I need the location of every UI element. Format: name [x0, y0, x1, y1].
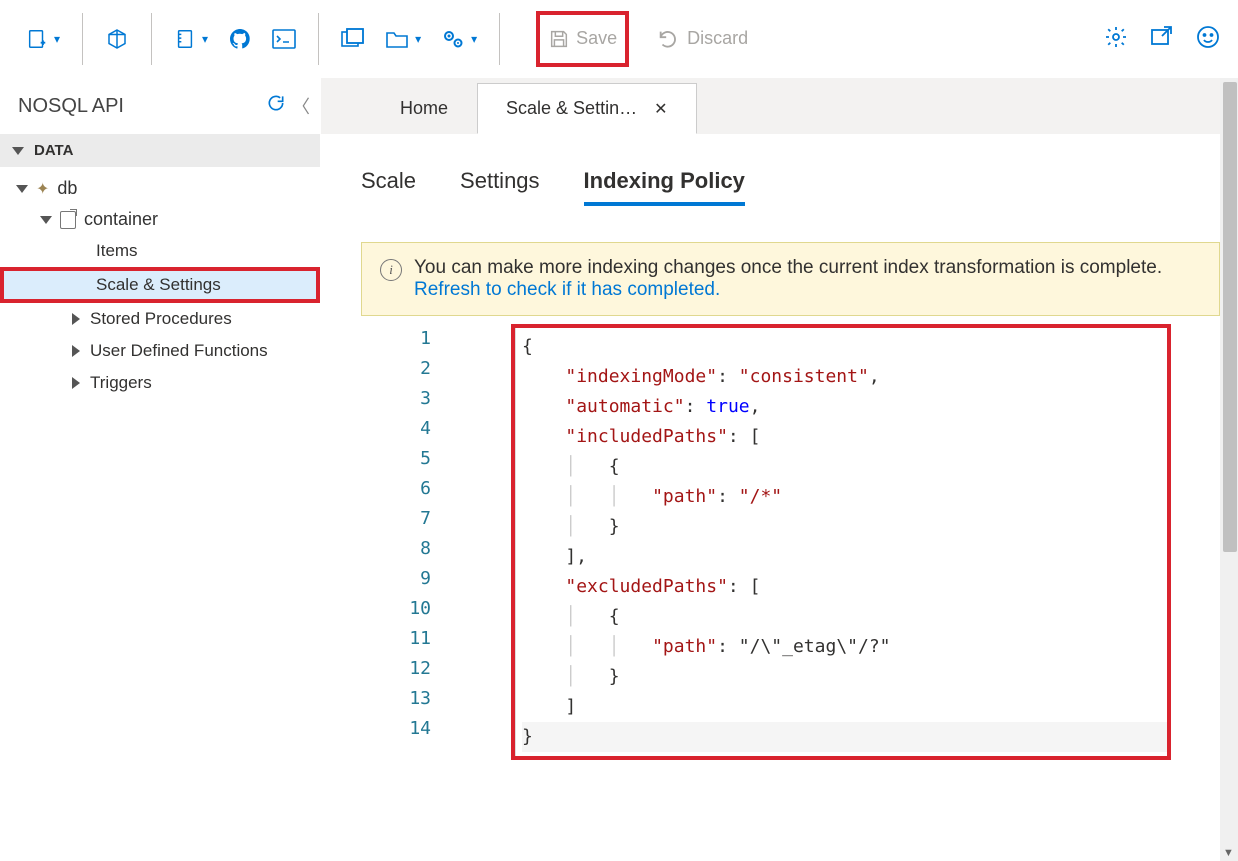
chevron-down-icon: ▾ [415, 32, 421, 46]
sidebar: NOSQL API 〈 DATA ✦ db container Items Sc… [0, 78, 320, 861]
line-numbers: 1234567891011121314 [361, 320, 451, 760]
sidebar-item-stored-procedures[interactable]: Stored Procedures [0, 303, 320, 335]
chevron-right-icon [72, 377, 80, 389]
save-button[interactable]: Save [536, 11, 629, 67]
separator [499, 13, 500, 65]
notice-banner: i You can make more indexing changes onc… [361, 242, 1220, 316]
subtab-indexing[interactable]: Indexing Policy [584, 168, 745, 206]
gear-icon[interactable] [1104, 25, 1128, 53]
new-resource-button[interactable]: ▾ [18, 17, 68, 61]
discard-label: Discard [687, 28, 748, 49]
notebook-button[interactable]: ▾ [166, 17, 216, 61]
separator [318, 13, 319, 65]
collapse-icon[interactable]: 〈 [292, 93, 310, 119]
sidebar-item-scale-settings[interactable]: Scale & Settings [0, 267, 320, 303]
tree-db[interactable]: ✦ db [0, 173, 320, 204]
sidebar-item-items[interactable]: Items [0, 235, 320, 267]
cosmos-icon[interactable] [97, 17, 137, 61]
save-icon [548, 28, 570, 50]
api-header: NOSQL API 〈 [0, 78, 320, 134]
github-icon[interactable] [220, 17, 260, 61]
separator [82, 13, 83, 65]
right-tools [1104, 25, 1220, 53]
chevron-down-icon [12, 147, 24, 155]
discard-button[interactable]: Discard [647, 28, 758, 50]
tabstrip: Home Scale & Settin… ✕ [321, 78, 1238, 134]
notice-text: You can make more indexing changes once … [414, 257, 1162, 278]
content: Home Scale & Settin… ✕ Scale Settings In… [320, 78, 1238, 861]
db-label: db [57, 178, 77, 199]
subtabs: Scale Settings Indexing Policy [361, 168, 1238, 206]
subtab-scale[interactable]: Scale [361, 168, 416, 206]
sidebar-item-triggers[interactable]: Triggers [0, 367, 320, 399]
container-label: container [84, 209, 158, 230]
code-editor[interactable]: 1234567891011121314 { "indexingMode": "c… [361, 320, 1238, 760]
data-section-header[interactable]: DATA [0, 134, 320, 167]
tab-home[interactable]: Home [371, 83, 477, 134]
tab-scale-settings[interactable]: Scale & Settin… ✕ [477, 83, 696, 134]
chevron-down-icon: ▾ [54, 32, 60, 46]
close-icon[interactable]: ✕ [654, 101, 667, 118]
data-label: DATA [34, 142, 73, 159]
notice-link[interactable]: Refresh to check if it has completed. [414, 279, 720, 300]
chevron-down-icon [40, 216, 52, 224]
subtab-settings[interactable]: Settings [460, 168, 540, 206]
terminal-icon[interactable] [264, 17, 304, 61]
save-label: Save [576, 28, 617, 49]
scrollbar[interactable]: ▲ ▼ [1220, 78, 1238, 861]
scroll-down-icon[interactable]: ▼ [1223, 847, 1234, 859]
windows-icon[interactable] [333, 17, 373, 61]
chevron-down-icon [16, 185, 28, 193]
sidebar-item-udf[interactable]: User Defined Functions [0, 335, 320, 367]
chevron-down-icon: ▾ [471, 32, 477, 46]
folder-button[interactable]: ▾ [377, 17, 429, 61]
feedback-icon[interactable] [1196, 25, 1220, 53]
settings-gears-button[interactable]: ▾ [433, 17, 485, 61]
toolbar: ▾ ▾ ▾ ▾ Save Discard [0, 0, 1238, 78]
refresh-icon[interactable] [266, 93, 286, 119]
database-icon: ✦ [36, 179, 49, 199]
code-content[interactable]: { "indexingMode": "consistent", "automat… [515, 328, 1167, 756]
resource-tree: ✦ db container Items Scale & Settings St… [0, 167, 320, 399]
api-title: NOSQL API [18, 95, 124, 118]
chevron-right-icon [72, 345, 80, 357]
separator [151, 13, 152, 65]
chevron-right-icon [72, 313, 80, 325]
undo-icon [657, 28, 679, 50]
info-icon: i [380, 259, 402, 281]
open-external-icon[interactable] [1150, 25, 1174, 53]
chevron-down-icon: ▾ [202, 32, 208, 46]
container-icon [60, 211, 76, 229]
scroll-thumb[interactable] [1223, 82, 1237, 552]
tree-container[interactable]: container [0, 204, 320, 235]
